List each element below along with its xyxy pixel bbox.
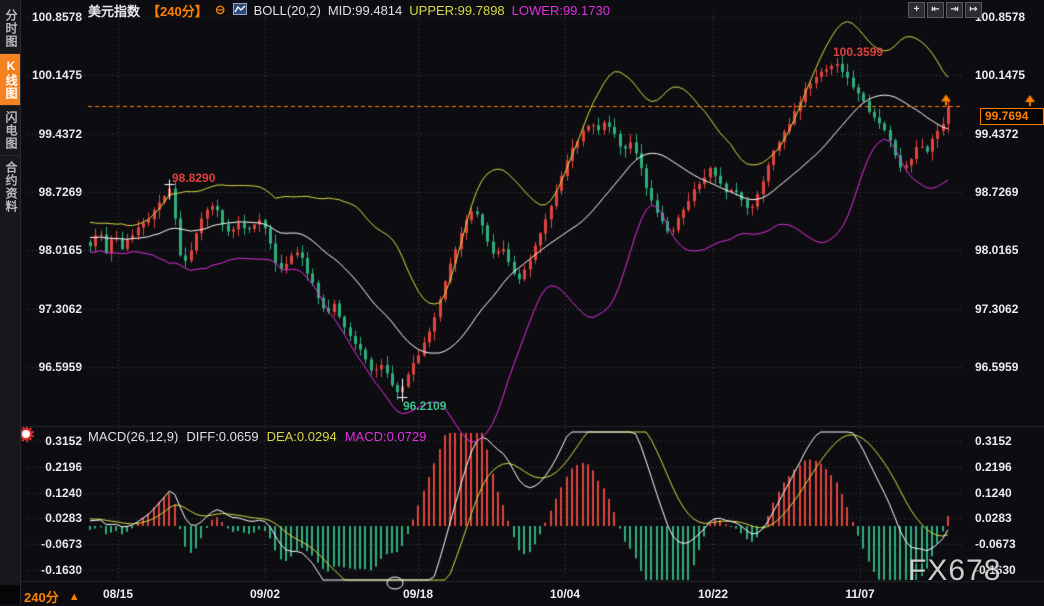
sidebar-tab-4[interactable]: 合约资料 (0, 155, 20, 218)
boll-upper-value: UPPER:99.7898 (409, 3, 504, 18)
sidebar: 分时图K线图闪电图合约资料 (0, 0, 21, 604)
swing-high-annotation: 98.8290 (172, 171, 215, 185)
sidebar-tab-1[interactable]: 分时图 (0, 4, 20, 53)
symbol-name: 美元指数 (88, 1, 140, 20)
footer-period-label[interactable]: 240分 (24, 587, 59, 606)
period-dropdown-icon[interactable]: ▲ (69, 591, 80, 603)
sidebar-tab-3[interactable]: 闪电图 (0, 105, 20, 155)
sidebar-tab-2[interactable]: K线图 (0, 53, 20, 105)
chart-canvas[interactable] (0, 0, 1044, 604)
macd-macd-value: MACD:0.0729 (345, 429, 427, 444)
macd-diff-value: DIFF:0.0659 (186, 429, 258, 444)
macd-dea-value: DEA:0.0294 (267, 429, 337, 444)
boll-lower-value: LOWER:99.1730 (512, 3, 610, 18)
low-annotation: 96.2109 (403, 399, 446, 413)
macd-indicator-label: MACD(26,12,9) (88, 429, 178, 444)
last-price-badge: 99.7694 (980, 108, 1044, 125)
jump-latest-icon[interactable]: ↦ (965, 2, 982, 18)
collapse-icon[interactable]: ⊖ (215, 2, 226, 18)
high-annotation: 100.3599 (833, 45, 883, 59)
crosshair-move-icon[interactable]: + (908, 2, 925, 18)
footer-period-selector[interactable]: 240分 ▲ (24, 587, 80, 606)
expand-bars-icon[interactable]: ⇥ (946, 2, 963, 18)
chart-header: 美元指数 【240分】 ⊖ BOLL(20,2) MID:99.4814 UPP… (88, 2, 610, 18)
period-label: 【240分】 (147, 1, 208, 20)
chart-toolbar: +⇤⇥↦ (908, 2, 982, 18)
macd-header: MACD(26,12,9) DIFF:0.0659 DEA:0.0294 MAC… (88, 429, 426, 444)
indicator-chart-icon (233, 3, 247, 18)
watermark: FX678 (908, 554, 1001, 588)
boll-mid-value: MID:99.4814 (328, 3, 402, 18)
boll-indicator-label: BOLL(20,2) (254, 3, 321, 18)
shrink-bars-icon[interactable]: ⇤ (927, 2, 944, 18)
sidebar-footer (0, 585, 20, 604)
